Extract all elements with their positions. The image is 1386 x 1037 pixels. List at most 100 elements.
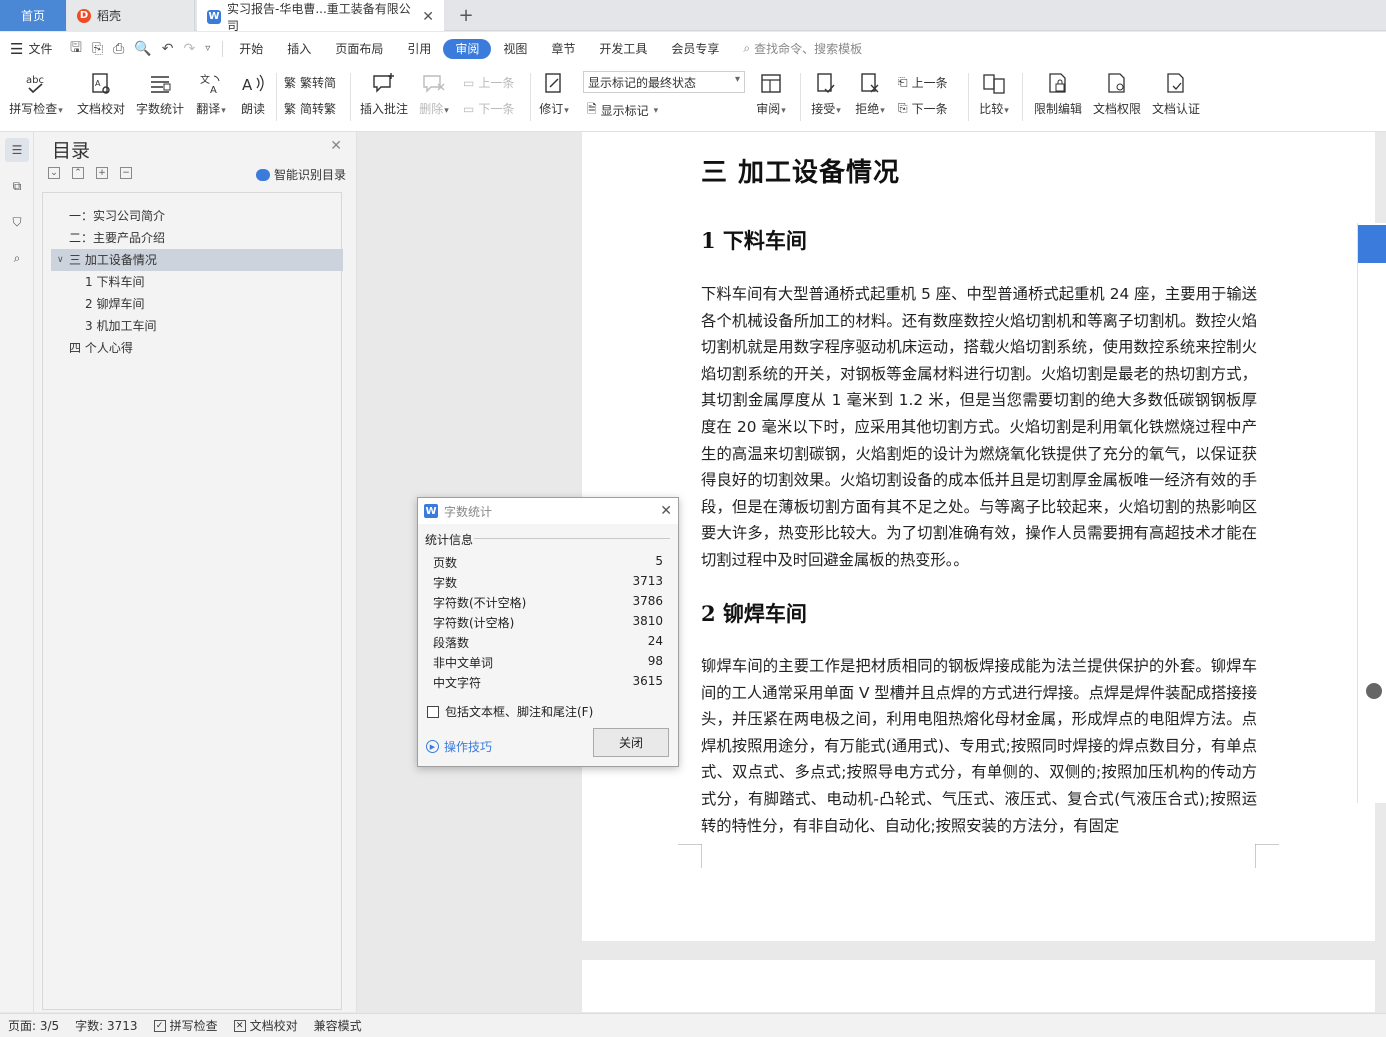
toc-panel-icon[interactable]: ☰ [5,138,29,162]
svg-text:A: A [242,76,253,94]
toc-item[interactable]: ∨ 三 加工设备情况 [51,249,343,271]
toc-item[interactable]: 2 铆焊车间 [51,293,343,315]
prev-change-label: 上一条 [911,76,948,90]
markup-mode-select[interactable]: 显示标记的最终状态 [583,71,745,93]
simp-to-trad-button[interactable]: 繁简转繁 [284,100,336,117]
close-button[interactable]: 关闭 [593,728,669,757]
print-preview-icon[interactable]: 🔍 [134,41,151,57]
reject-button[interactable]: 拒绝▾ [852,71,888,117]
feedback-icon[interactable] [1366,683,1382,699]
toc-item[interactable]: 1 下料车间 [51,271,343,293]
compare-icon [981,71,1007,97]
expand-toggle-icon[interactable]: ∨ [57,249,64,271]
redo-icon[interactable]: ↷ [184,41,196,57]
delete-comment-button[interactable]: 删除▾ [416,71,452,117]
remove-heading-icon[interactable]: − [120,167,132,179]
toc-item[interactable]: 一：实习公司简介 [51,205,343,227]
spellcheck-status[interactable]: ✓ 拼写检查 [146,1017,226,1034]
compare-button[interactable]: 比较▾ [976,71,1012,117]
tips-link[interactable]: ▶ 操作技巧 [426,738,492,755]
menu-tab[interactable]: 页面布局 [323,39,395,59]
command-search[interactable]: ⌕ 查找命令、搜索模板 [743,40,862,57]
toc-pane: 目录 ✕ ⌄ ⌃ + − 智能识别目录 一：实习公司简介 二：主要产品介绍 ∨ 三 加… [34,132,357,1012]
toc-item[interactable]: 二：主要产品介绍 [51,227,343,249]
print-icon[interactable]: ⎙ [113,41,124,57]
save-icon[interactable]: 🖫 [70,37,82,61]
toc-item[interactable]: 四 个人心得 [51,337,343,359]
new-tab-button[interactable]: + [452,0,480,31]
tab-close-icon[interactable]: ✕ [422,9,434,25]
menu-tab[interactable]: 插入 [275,39,323,59]
next-comment-icon: ▭ [463,101,475,116]
svg-text:A: A [210,85,217,96]
smart-toc-label: 智能识别目录 [273,168,346,182]
review-pane-label: 审阅 [756,102,781,116]
review-pane-icon [758,71,784,97]
search-icon: ⌕ [743,41,751,55]
wordcount-label: 字数统计 [135,102,184,116]
wps-writer-icon: W [424,504,438,518]
proofread-status[interactable]: ✕ 文档校对 [226,1017,306,1034]
tab-daoke[interactable]: D 稻壳 [67,0,195,31]
prev-comment-icon: ▭ [463,75,475,90]
proofread-button[interactable]: A 文档校对 [76,71,126,117]
dialog-titlebar[interactable]: W 字数统计 ✕ [418,498,678,524]
tab-document[interactable]: W 实习报告-华电曹...重工装备有限公司 ✕ [197,0,444,33]
doc-permission-button[interactable]: 文档权限 [1092,71,1142,117]
accept-button[interactable]: 接受▾ [808,71,844,117]
search-icon[interactable]: ⌕ [7,248,27,268]
crop-mark [1255,844,1279,868]
next-change-button[interactable]: ⎘ 下一条 [898,100,948,117]
toc-item-label: 三 加工设备情况 [69,253,157,267]
menu-tab[interactable]: 章节 [539,39,587,59]
read-aloud-button[interactable]: A 朗读 [238,71,268,117]
close-icon[interactable]: ✕ [330,138,342,154]
stat-value: 3786 [632,594,663,608]
include-textbox-checkbox[interactable]: 包括文本框、脚注和尾注(F) [427,703,593,720]
track-changes-label: 修订 [539,102,564,116]
chapter-nav-icon[interactable]: ⧉ [7,176,27,196]
wordcount-button[interactable]: 字数统计 [134,71,186,117]
review-pane-button[interactable]: 审阅▾ [752,71,790,117]
word-count-indicator[interactable]: 字数: 3713 [67,1017,145,1034]
accept-icon [813,71,839,97]
track-changes-icon [541,71,567,97]
prev-change-button[interactable]: ⎗ 上一条 [898,74,948,91]
doc-cert-button[interactable]: 文档认证 [1150,71,1202,117]
document-page[interactable]: 三 加工设备情况 1 下料车间 下料车间有大型普通桥式起重机 5 座、中型普通桥… [582,132,1375,941]
divider [222,40,224,57]
prev-comment-button[interactable]: ▭ 上一条 [463,74,514,91]
trad-to-simp-button[interactable]: 繁繁转简 [284,74,336,91]
insert-comment-button[interactable]: 插入批注 [358,71,410,117]
restrict-edit-button[interactable]: 限制编辑 [1032,71,1084,117]
add-heading-icon[interactable]: + [96,167,108,179]
toc-item-label: 四 个人心得 [69,341,133,355]
checkbox-box[interactable] [427,705,439,718]
menu-tab[interactable]: 视图 [491,39,539,59]
menu-tab[interactable]: 会员专享 [659,39,731,59]
tab-home[interactable]: 首页 [0,0,66,31]
customize-chevron-icon[interactable]: ▿ [205,43,210,54]
side-tab-indicator[interactable] [1358,225,1386,263]
expand-all-icon[interactable]: ⌄ [48,167,60,179]
menu-tab[interactable]: 开发工具 [587,39,659,59]
smart-toc-icon [255,168,270,181]
track-changes-button[interactable]: 修订▾ [536,71,572,117]
spellcheck-button[interactable]: abc 拼写检查▾ [8,71,64,117]
toc-item[interactable]: 3 机加工车间 [51,315,343,337]
next-comment-button[interactable]: ▭ 下一条 [463,100,514,117]
bookmark-icon[interactable]: ⛉ [7,212,27,232]
menu-tab[interactable]: 审阅 [443,38,492,59]
close-icon[interactable]: ✕ [660,503,672,519]
undo-icon[interactable]: ↶ [162,41,174,57]
translate-button[interactable]: 文A 翻译▾ [194,71,228,117]
file-menu[interactable]: ☰ 文件 [0,40,62,58]
collapse-all-icon[interactable]: ⌃ [72,167,84,179]
document-page[interactable] [582,960,1375,1012]
show-markup-button[interactable]: 🗎 显示标记 ▾ [587,100,658,121]
format-painter-icon[interactable]: ⎘ [92,41,103,57]
smart-toc-button[interactable]: 智能识别目录 [255,166,346,183]
menu-tab[interactable]: 引用 [395,39,443,59]
menu-tab[interactable]: 开始 [227,39,275,59]
page-indicator[interactable]: 页面: 3/5 [0,1017,67,1034]
